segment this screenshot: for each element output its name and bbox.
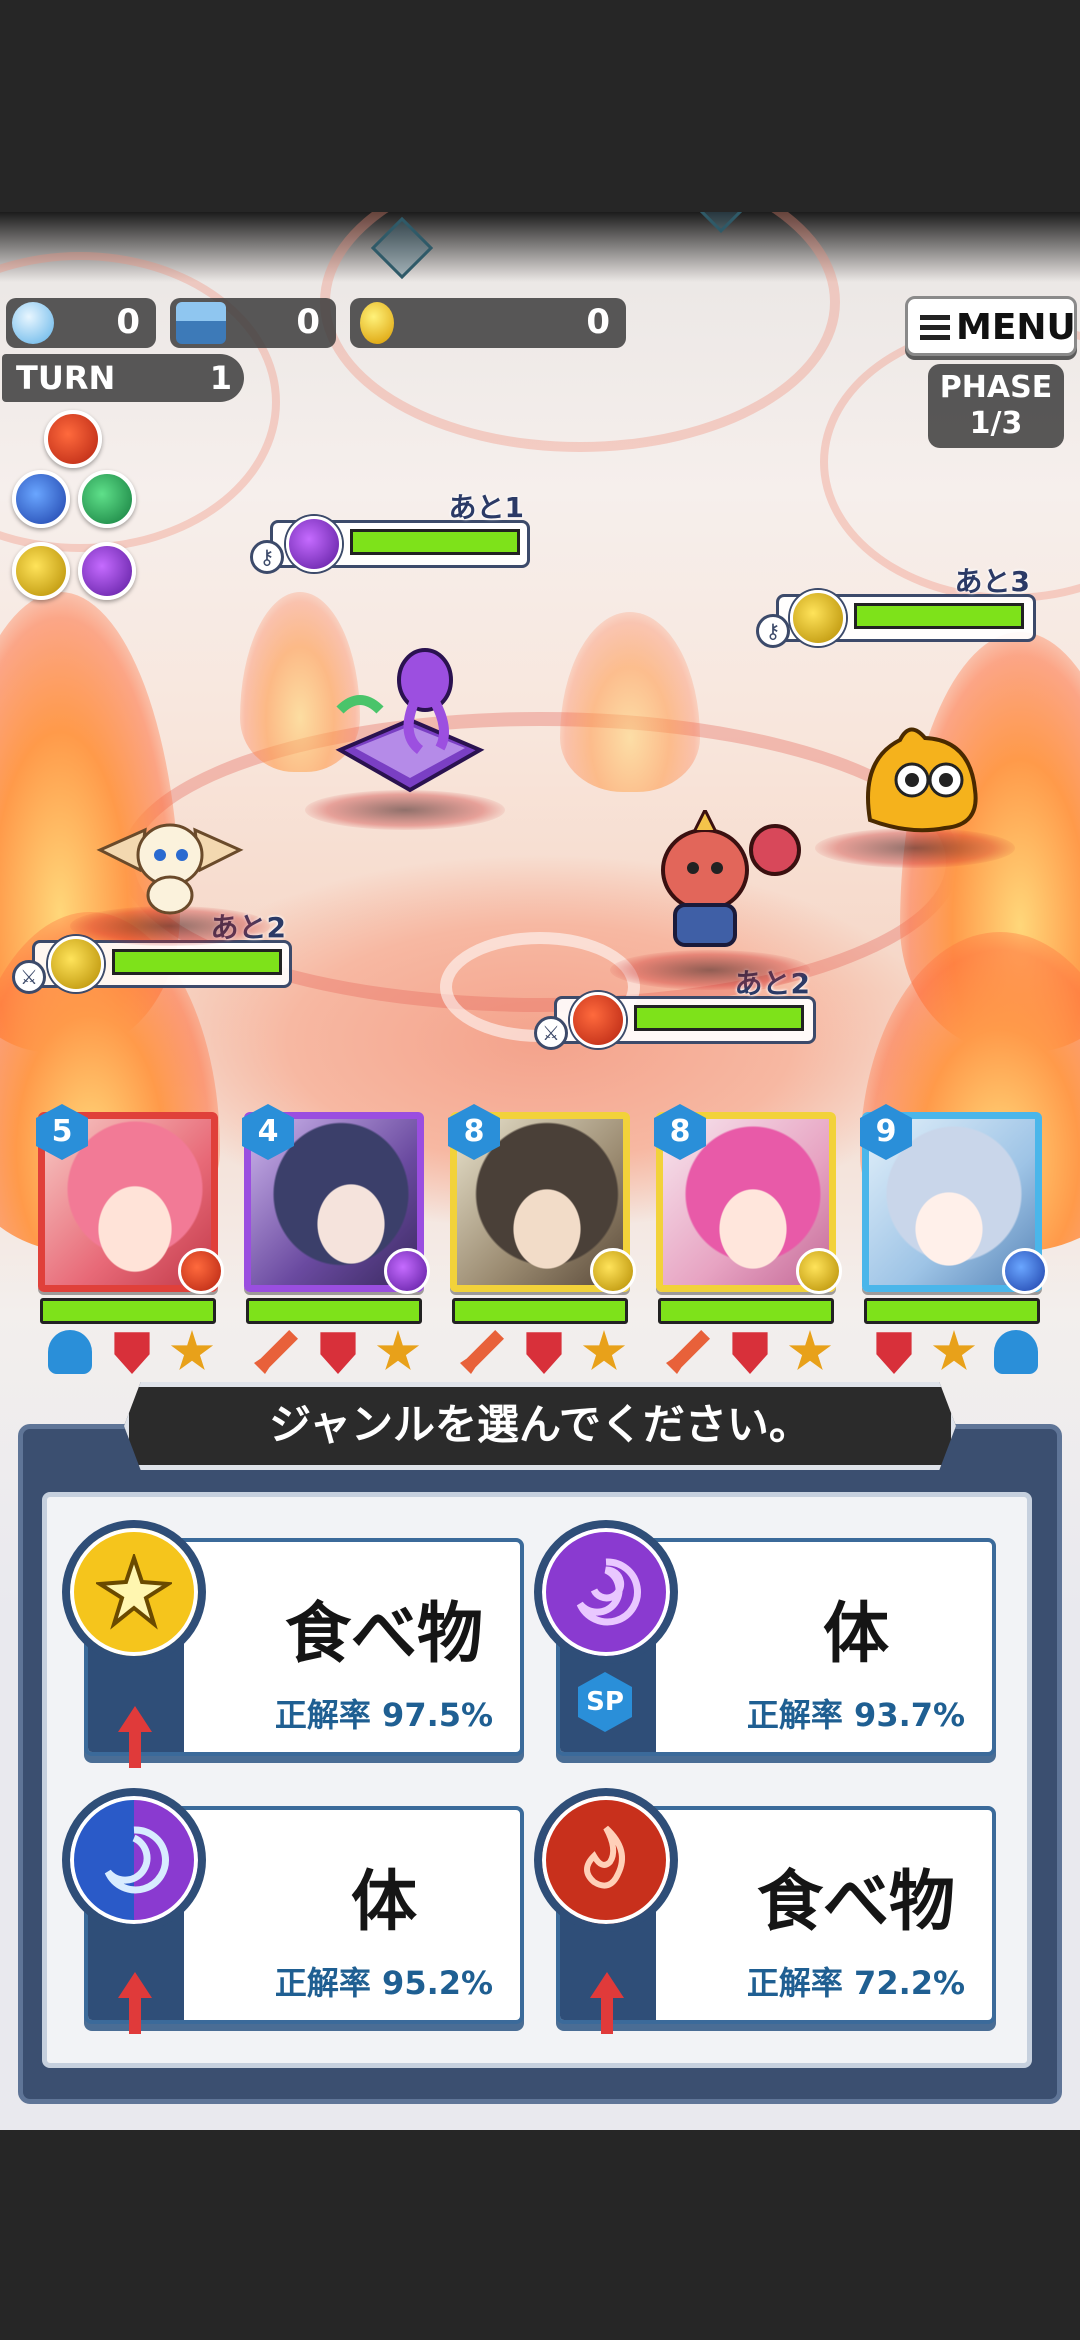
- genre-label: 体: [823, 1595, 889, 1672]
- flame-back-2: [560, 612, 700, 792]
- enemy-hp-bar: [112, 949, 282, 975]
- enemy-status-dark-book: ⚷ あと1: [250, 491, 530, 574]
- attack-countdown: あと1: [448, 491, 524, 524]
- accuracy-rate: 正解率 95.2%: [274, 1964, 494, 2002]
- fire-element-icon: [534, 1788, 678, 1932]
- dark-element-icon: [384, 1248, 430, 1294]
- enemy-hp-bar: [350, 529, 520, 555]
- sword-icon: ⚔: [12, 960, 46, 994]
- up-arrow-icon: [118, 1972, 152, 2034]
- coin-counter: 0: [350, 298, 626, 348]
- fire-goblin-monster[interactable]: [615, 806, 805, 960]
- water-dark-element-icon: [62, 1788, 206, 1932]
- dark-element-icon: [286, 516, 342, 572]
- party-hp-bar: [452, 1298, 628, 1324]
- fire-icon: [44, 410, 102, 468]
- enemy-hp-bar: [634, 1005, 804, 1031]
- turn-value: 1: [209, 359, 232, 397]
- enemy-status-fire-goblin: ⚔ あと2: [534, 967, 816, 1050]
- wood-icon: [78, 470, 136, 528]
- genre-prompt: ジャンルを選んでください。: [124, 1382, 956, 1470]
- water-element-icon: [1002, 1248, 1048, 1294]
- enemy-status-light-dragon: ⚔ あと2: [12, 911, 292, 994]
- blue-orb-icon: [12, 302, 54, 344]
- blue-hand-icon: [48, 1330, 92, 1374]
- turn-counter: TURN 1: [2, 354, 244, 402]
- fire-element-icon: [570, 992, 626, 1048]
- attack-countdown: あと3: [954, 565, 1030, 598]
- party-hp-bar: [658, 1298, 834, 1324]
- enemy-status-light-blob: ⚷ あと3: [756, 565, 1036, 648]
- blue-hand-icon: [994, 1330, 1038, 1374]
- menu-button[interactable]: MENU: [905, 296, 1077, 356]
- enemy-hp-bar: [854, 603, 1024, 629]
- genre-label: 食べ物: [285, 1595, 483, 1672]
- water-icon: [12, 470, 70, 528]
- key-icon: ⚷: [250, 540, 284, 574]
- party-hp-bar: [246, 1298, 422, 1324]
- light-element-icon: [590, 1248, 636, 1294]
- dark-book-monster[interactable]: [320, 640, 500, 810]
- accuracy-rate: 正解率 72.2%: [746, 1964, 966, 2002]
- coin-icon: [360, 302, 394, 344]
- light-blob-monster[interactable]: [850, 720, 990, 840]
- key-icon: ⚷: [756, 614, 790, 648]
- phase-indicator: PHASE 1/3: [928, 364, 1064, 448]
- light-element-icon: [796, 1248, 842, 1294]
- party-hp-bar: [40, 1298, 216, 1324]
- up-arrow-icon: [590, 1972, 624, 2034]
- light-element-icon: [62, 1520, 206, 1664]
- up-arrow-icon: [118, 1706, 152, 1768]
- treasure-chest-icon: [176, 302, 226, 344]
- sword-icon: ⚔: [534, 1016, 568, 1050]
- hamburger-icon: [920, 315, 950, 341]
- phase-label: PHASE: [939, 370, 1053, 405]
- menu-label: MENU: [956, 307, 1076, 348]
- game-screen: { "hud": { "counters": [ {"name": "blue-…: [0, 0, 1080, 2340]
- party-hp-bar: [864, 1298, 1040, 1324]
- chest-counter: 0: [170, 298, 336, 348]
- dark-element-icon: [534, 1520, 678, 1664]
- accuracy-rate: 正解率 93.7%: [746, 1696, 966, 1734]
- dark-icon: [78, 542, 136, 600]
- light-icon: [12, 542, 70, 600]
- blue-orb-counter: 0: [6, 298, 156, 348]
- fire-element-icon: [178, 1248, 224, 1294]
- genre-label: 体: [351, 1863, 417, 1940]
- light-element-icon: [48, 936, 104, 992]
- genre-label: 食べ物: [757, 1863, 955, 1940]
- turn-label: TURN: [16, 359, 116, 397]
- light-element-icon: [790, 590, 846, 646]
- phase-value: 1/3: [969, 406, 1023, 441]
- light-dragon-monster[interactable]: [90, 800, 250, 920]
- letterbox-bottom: [0, 2130, 1080, 2340]
- accuracy-rate: 正解率 97.5%: [274, 1696, 494, 1734]
